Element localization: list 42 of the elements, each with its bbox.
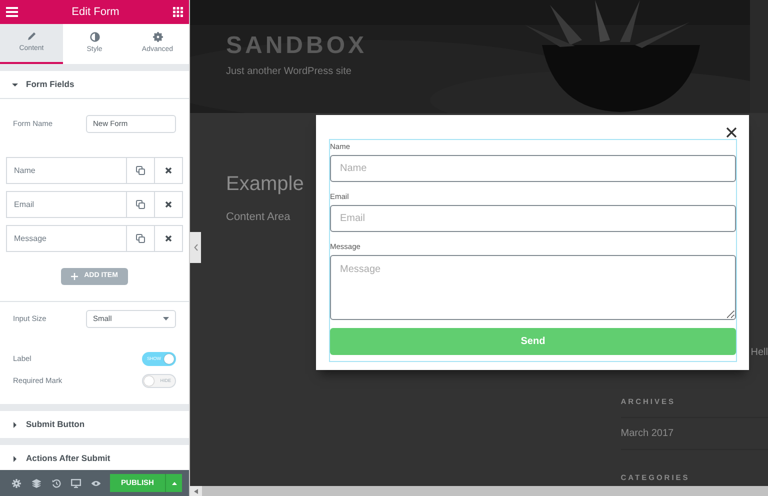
repeater-item-title[interactable]: Message [7, 226, 126, 251]
scroll-left-button[interactable] [190, 486, 202, 496]
contrast-icon [90, 32, 100, 42]
close-icon [165, 235, 172, 242]
caret-right-icon [12, 456, 18, 462]
archive-link[interactable]: March 2017 [620, 417, 768, 450]
page-heading: Example [226, 173, 304, 195]
plus-icon [71, 273, 78, 280]
copy-icon [136, 200, 145, 209]
close-icon [726, 127, 737, 138]
text-field[interactable]: Name [330, 154, 736, 182]
widgets-grid-button[interactable] [173, 7, 183, 17]
copy-icon [136, 234, 145, 243]
monitor-icon [71, 478, 81, 488]
panel-title: Edit Form [72, 4, 120, 20]
page-content: Content Area [226, 210, 290, 225]
post-link[interactable]: Hell [750, 345, 768, 360]
caret-up-icon [172, 482, 176, 484]
history-icon [52, 478, 60, 488]
repeater-item-title[interactable]: Name [7, 158, 126, 183]
site-tagline: Just another WordPress site [226, 65, 352, 79]
text-field[interactable]: Email [330, 204, 736, 232]
close-button[interactable] [726, 127, 737, 138]
publish-options-button[interactable] [165, 474, 182, 492]
layers-icon [32, 478, 40, 488]
repeater-item-title[interactable]: Email [7, 192, 126, 217]
gear-icon [152, 32, 162, 42]
site-title[interactable]: SANDBOX [226, 34, 368, 58]
close-icon [165, 167, 172, 174]
pencil-icon [26, 31, 36, 42]
settings-icon [12, 478, 20, 488]
close-icon [165, 201, 172, 208]
caret-down-icon [163, 317, 169, 321]
caret-right-icon [12, 422, 18, 428]
caret-left-icon [194, 488, 198, 494]
chevron-left-icon [194, 244, 198, 251]
message-field[interactable]: Message [330, 254, 736, 320]
menu-button[interactable] [6, 7, 18, 17]
caret-down-icon [12, 82, 18, 88]
eye-icon [91, 480, 101, 486]
copy-icon [136, 166, 145, 175]
horizontal-scrollbar[interactable] [190, 486, 768, 496]
